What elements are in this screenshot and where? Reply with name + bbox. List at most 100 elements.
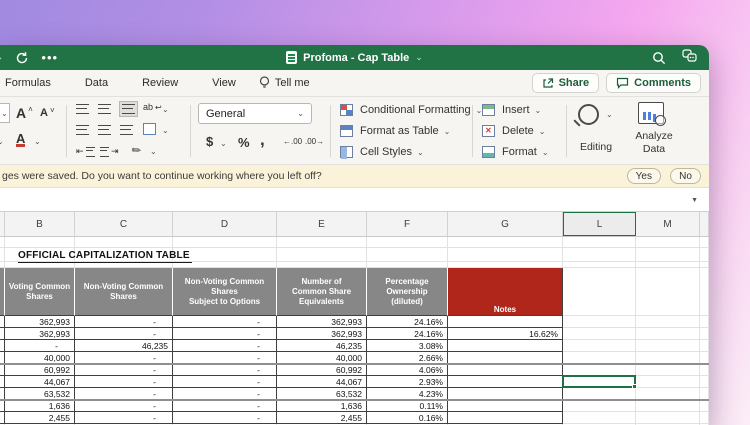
cell[interactable] xyxy=(636,248,700,262)
align-middle-button[interactable] xyxy=(98,104,111,114)
cell-D3[interactable]: - xyxy=(173,340,277,352)
cell-G8[interactable] xyxy=(448,400,563,412)
currency-dropdown[interactable] xyxy=(220,139,227,148)
cell[interactable] xyxy=(277,248,367,262)
tell-me[interactable]: Tell me xyxy=(259,76,310,90)
cell-F3[interactable]: 3.08% xyxy=(367,340,448,352)
cell-E9[interactable]: 2,455 xyxy=(277,412,367,424)
cell-B1[interactable]: 362,993 xyxy=(5,316,75,328)
orientation-button[interactable]: ✎ xyxy=(132,144,141,157)
table-header-C[interactable]: Non-Voting Common Shares xyxy=(75,268,173,316)
currency-button[interactable]: $ xyxy=(206,134,213,149)
cell[interactable] xyxy=(636,268,700,316)
cell-F8[interactable]: 0.11% xyxy=(367,400,448,412)
cell-B6[interactable]: 44,067 xyxy=(5,376,75,388)
cell-N5[interactable] xyxy=(700,364,709,376)
cell[interactable] xyxy=(448,248,563,262)
title-chevron-icon[interactable]: ⌄ xyxy=(415,52,423,63)
decrease-indent-button[interactable]: ⇤ xyxy=(76,146,95,157)
cell-M2[interactable] xyxy=(636,328,700,340)
cell-B2[interactable]: 362,993 xyxy=(5,328,75,340)
table-header-E[interactable]: Number of Common Share Equivalents xyxy=(277,268,367,316)
cell[interactable] xyxy=(700,237,709,248)
cell[interactable] xyxy=(563,248,636,262)
tab-review[interactable]: Review xyxy=(125,77,195,89)
collapse-formula-bar-icon[interactable]: ▼ xyxy=(691,197,698,204)
cell[interactable] xyxy=(448,237,563,248)
insert-button[interactable]: Insert xyxy=(482,104,541,116)
tab-data[interactable]: Data xyxy=(68,77,125,89)
align-top-button[interactable] xyxy=(76,104,89,114)
tab-view[interactable]: View xyxy=(195,77,253,89)
cell-D2[interactable]: - xyxy=(173,328,277,340)
cell[interactable] xyxy=(563,268,636,316)
cell-N3[interactable] xyxy=(700,340,709,352)
cell[interactable] xyxy=(563,237,636,248)
cell-D9[interactable]: - xyxy=(173,412,277,424)
cell-M9[interactable] xyxy=(636,412,700,424)
search-icon[interactable] xyxy=(652,51,666,65)
format-button[interactable]: Format xyxy=(482,146,549,158)
cell-C1[interactable]: - xyxy=(75,316,173,328)
merge-cells-dropdown[interactable] xyxy=(162,126,169,135)
cell-E8[interactable]: 1,636 xyxy=(277,400,367,412)
column-header-C[interactable]: C xyxy=(75,212,173,236)
cell-D5[interactable]: - xyxy=(173,364,277,376)
cell-G3[interactable] xyxy=(448,340,563,352)
tab-formulas[interactable]: Formulas xyxy=(0,77,68,89)
cell-styles-button[interactable]: Cell Styles xyxy=(340,146,424,158)
cell-N1[interactable] xyxy=(700,316,709,328)
cell-C3[interactable]: 46,235 xyxy=(75,340,173,352)
comments-button[interactable]: Comments xyxy=(606,73,701,93)
increase-decimal-button[interactable]: ←.00 xyxy=(283,137,302,146)
align-right-button[interactable] xyxy=(120,125,133,135)
cell-M5[interactable] xyxy=(636,364,700,376)
cell-F2[interactable]: 24.16% xyxy=(367,328,448,340)
cell-B3[interactable]: - xyxy=(5,340,75,352)
cell-G5[interactable] xyxy=(448,364,563,376)
cell-L8[interactable] xyxy=(563,400,636,412)
align-left-button[interactable] xyxy=(76,125,89,135)
cell-E6[interactable]: 44,067 xyxy=(277,376,367,388)
cell-C2[interactable]: - xyxy=(75,328,173,340)
cell[interactable] xyxy=(700,248,709,262)
font-color-button[interactable]: A xyxy=(16,133,25,147)
cell[interactable] xyxy=(75,237,173,248)
cell[interactable] xyxy=(5,237,75,248)
cell-G6[interactable] xyxy=(448,376,563,388)
cell-L1[interactable] xyxy=(563,316,636,328)
formula-bar[interactable]: ▼ xyxy=(0,188,709,212)
cell-D1[interactable]: - xyxy=(173,316,277,328)
column-header-L[interactable]: L xyxy=(563,212,636,236)
cell-E1[interactable]: 362,993 xyxy=(277,316,367,328)
column-header-G[interactable]: G xyxy=(448,212,563,236)
column-header-B[interactable]: B xyxy=(5,212,75,236)
table-header-notes[interactable]: Notes xyxy=(448,268,563,316)
column-header-D[interactable]: D xyxy=(173,212,277,236)
conditional-formatting-button[interactable]: Conditional Formatting xyxy=(340,104,482,116)
number-format-dropdown[interactable]: General xyxy=(198,103,312,124)
cell-G1[interactable] xyxy=(448,316,563,328)
delete-button[interactable]: Delete xyxy=(482,125,546,137)
cell-C5[interactable]: - xyxy=(75,364,173,376)
percent-button[interactable]: % xyxy=(238,135,250,150)
format-as-table-button[interactable]: Format as Table xyxy=(340,125,450,137)
cell-N8[interactable] xyxy=(700,400,709,412)
editing-button[interactable] xyxy=(578,104,613,125)
cell-E3[interactable]: 46,235 xyxy=(277,340,367,352)
cell-D8[interactable]: - xyxy=(173,400,277,412)
cell[interactable] xyxy=(700,268,709,316)
no-button[interactable]: No xyxy=(670,168,701,184)
table-header-D[interactable]: Non-Voting Common Shares Subject to Opti… xyxy=(173,268,277,316)
cell[interactable] xyxy=(277,237,367,248)
cell-G2[interactable]: 16.62% xyxy=(448,328,563,340)
analyze-data-button[interactable] xyxy=(638,102,664,124)
cell-E5[interactable]: 60,992 xyxy=(277,364,367,376)
cell[interactable] xyxy=(173,237,277,248)
cell-E2[interactable]: 362,993 xyxy=(277,328,367,340)
column-header-N[interactable] xyxy=(700,212,709,236)
cell-F1[interactable]: 24.16% xyxy=(367,316,448,328)
cell-D6[interactable]: - xyxy=(173,376,277,388)
cell[interactable] xyxy=(636,237,700,248)
wrap-text-button[interactable]: ab↩ xyxy=(143,102,162,112)
